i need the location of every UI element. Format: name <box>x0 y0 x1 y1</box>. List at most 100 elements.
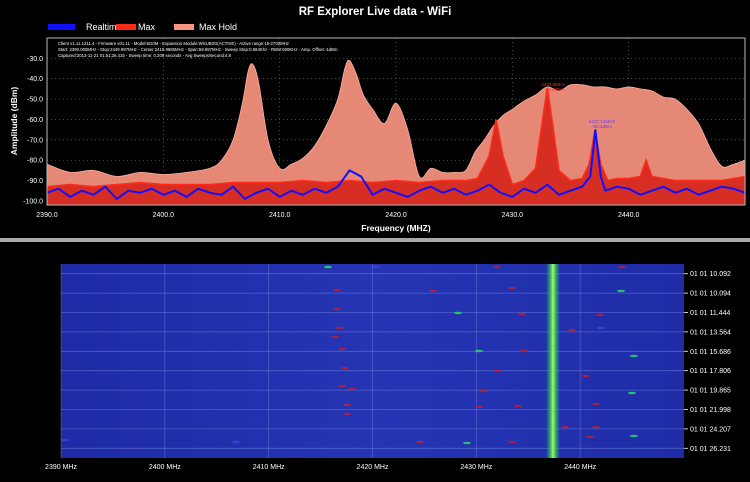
y-tick-label: -50.0 <box>27 97 43 104</box>
y-tick-label: -90.0 <box>27 178 43 185</box>
waterfall-panel: 01 01 10.092 01 01 10.094 01 01 11.444 01 0… <box>0 242 750 477</box>
waterfall-time-label: 01 01 21.998 <box>690 407 731 414</box>
legend-label-max-hold: Max Hold <box>199 22 237 32</box>
waterfall-signal-blip <box>628 391 636 395</box>
waterfall-x-tick-label: 2400 MHz <box>149 464 181 471</box>
waterfall-signal-blip <box>630 434 638 438</box>
waterfall-signal-blip <box>338 384 346 388</box>
info-line-span: Start: 2390.000MHz - Stop:2449.997MHz - … <box>58 47 338 52</box>
waterfall-signal-blip <box>592 425 600 429</box>
waterfall-signal-blip <box>463 441 471 445</box>
waterfall-signal-blip <box>493 369 501 373</box>
capture-info: Client v1.11.1211.4 - Firmware v01.11 - … <box>58 41 338 58</box>
x-tick-label: 2410.0 <box>269 212 291 219</box>
waterfall-signal-blip <box>338 347 346 351</box>
waterfall-signal-blip <box>618 265 626 269</box>
y-tick-label: -80.0 <box>27 158 43 165</box>
legend-swatch-max-hold <box>174 24 194 30</box>
waterfall-signal-blip <box>331 335 339 339</box>
waterfall-signal-blip <box>592 402 600 406</box>
waterfall-signal-blip <box>333 288 341 292</box>
waterfall-x-tick-label: 2420 MHz <box>357 464 389 471</box>
y-tick-label: -60.0 <box>27 117 43 124</box>
y-axis-title: Amplitude (dBm) <box>9 87 19 156</box>
waterfall-signal-blip <box>416 440 424 444</box>
waterfall-signal-blip <box>372 265 380 269</box>
marker-max-value: -44.5dBm <box>544 87 564 92</box>
y-axis-ticks: -30.0 -40.0 -50.0 -60.0 -70.0 -80.0 -90.0 -100.… <box>23 56 43 206</box>
marker-realtime: 2437.14MHZ -65.2dBm <box>589 119 616 129</box>
info-line-captured: Captured:2013-11-21 01:51:26.415 - Sweep… <box>58 53 232 58</box>
waterfall-signal-blip <box>493 265 501 269</box>
waterfall-signal-blip <box>343 412 351 416</box>
marker-realtime-value: -65.2dBm <box>592 124 612 129</box>
spectrum-chart: RF Explorer Live data - WiFi Realtime Ma… <box>0 0 750 238</box>
x-tick-label: 2390.0 <box>36 212 58 219</box>
spectrum-svg: RF Explorer Live data - WiFi Realtime Ma… <box>9 6 746 233</box>
waterfall-time-label: 01 01 15.686 <box>690 349 731 356</box>
y-tick-label: -30.0 <box>27 56 43 63</box>
waterfall-signal-blip <box>508 286 516 290</box>
waterfall-x-tick-label: 2440 MHz <box>564 464 596 471</box>
y-tick-label: -40.0 <box>27 76 43 83</box>
plot-area <box>46 59 746 206</box>
waterfall-signal-blip <box>343 403 351 407</box>
waterfall-x-ticks: 2390 MHz 2400 MHz 2410 MHz 2420 MHz 2430 MHz… <box>45 464 597 471</box>
waterfall-signal-blip <box>475 349 483 353</box>
x-tick-label: 2400.0 <box>153 212 175 219</box>
y-tick-label: -100.0 <box>23 198 43 205</box>
x-axis-title: Frequency (MHZ) <box>361 223 431 233</box>
waterfall-signal-blip <box>336 326 344 330</box>
marker-max: 2433.0MHz -44.5dBm <box>541 82 565 92</box>
legend-swatch-realtime <box>48 24 75 30</box>
waterfall-x-tick-label: 2430 MHz <box>460 464 492 471</box>
legend-swatch-max <box>116 24 136 30</box>
waterfall-time-label: 01 01 26.231 <box>690 446 731 453</box>
waterfall-signal-blip <box>348 387 356 391</box>
waterfall-active-channel <box>546 264 560 458</box>
waterfall-signal-blip <box>333 307 341 311</box>
waterfall-signal-blip <box>454 311 462 315</box>
x-tick-label: 2420.0 <box>385 212 407 219</box>
waterfall-signal-blip <box>508 440 516 444</box>
waterfall-signal-blip <box>520 349 528 353</box>
x-axis-ticks: 2390.0 2400.0 2410.0 2420.0 2430.0 2440.0 <box>36 212 639 219</box>
legend: Realtime Max Max Hold <box>48 22 237 32</box>
waterfall-signal-blip <box>568 328 576 332</box>
waterfall-time-label: 01 01 10.094 <box>690 291 731 298</box>
legend-label-max: Max <box>138 22 156 32</box>
chart-title: RF Explorer Live data - WiFi <box>299 6 452 18</box>
legend-item-realtime[interactable]: Realtime <box>48 22 122 32</box>
waterfall-time-label: 01 01 17.806 <box>690 368 731 375</box>
waterfall-signal-blip <box>586 435 594 439</box>
info-line-client: Client v1.11.1211.4 - Firmware v01.11 - … <box>58 41 289 46</box>
waterfall-svg: 01 01 10.092 01 01 10.094 01 01 11.444 01 0… <box>45 264 731 471</box>
y-tick-label: -70.0 <box>27 137 43 144</box>
waterfall-signal-blip <box>617 289 625 293</box>
x-tick-label: 2430.0 <box>502 212 524 219</box>
waterfall-signal-blip <box>341 366 349 370</box>
waterfall-signal-blip <box>561 425 569 429</box>
waterfall-signal-blip <box>429 289 437 293</box>
waterfall-signal-blip <box>61 438 69 442</box>
waterfall-time-label: 01 01 24.207 <box>690 426 731 433</box>
waterfall-time-label: 01 01 19.865 <box>690 388 731 395</box>
legend-item-max-hold[interactable]: Max Hold <box>174 22 237 32</box>
x-tick-label: 2440.0 <box>618 212 640 219</box>
waterfall-time-labels: 01 01 10.092 01 01 10.094 01 01 11.444 01 0… <box>690 271 731 453</box>
waterfall-signal-blip <box>514 404 522 408</box>
waterfall-x-tick-label: 2390 MHz <box>45 464 77 471</box>
waterfall-signal-blip <box>630 354 638 358</box>
waterfall-signal-blip <box>518 312 526 316</box>
waterfall-signal-blip <box>582 374 590 378</box>
waterfall-signal-blip <box>479 389 487 393</box>
waterfall-signal-blip <box>596 313 604 317</box>
waterfall-signal-blip <box>232 440 240 444</box>
legend-item-max[interactable]: Max <box>116 22 156 32</box>
waterfall-x-tick-label: 2410 MHz <box>253 464 285 471</box>
waterfall-signal-blip <box>597 326 605 330</box>
waterfall-time-label: 01 01 13.564 <box>690 329 731 336</box>
waterfall-time-label: 01 01 10.092 <box>690 271 731 278</box>
waterfall-signal-blip <box>475 405 483 409</box>
waterfall-time-label: 01 01 11.444 <box>690 310 730 317</box>
